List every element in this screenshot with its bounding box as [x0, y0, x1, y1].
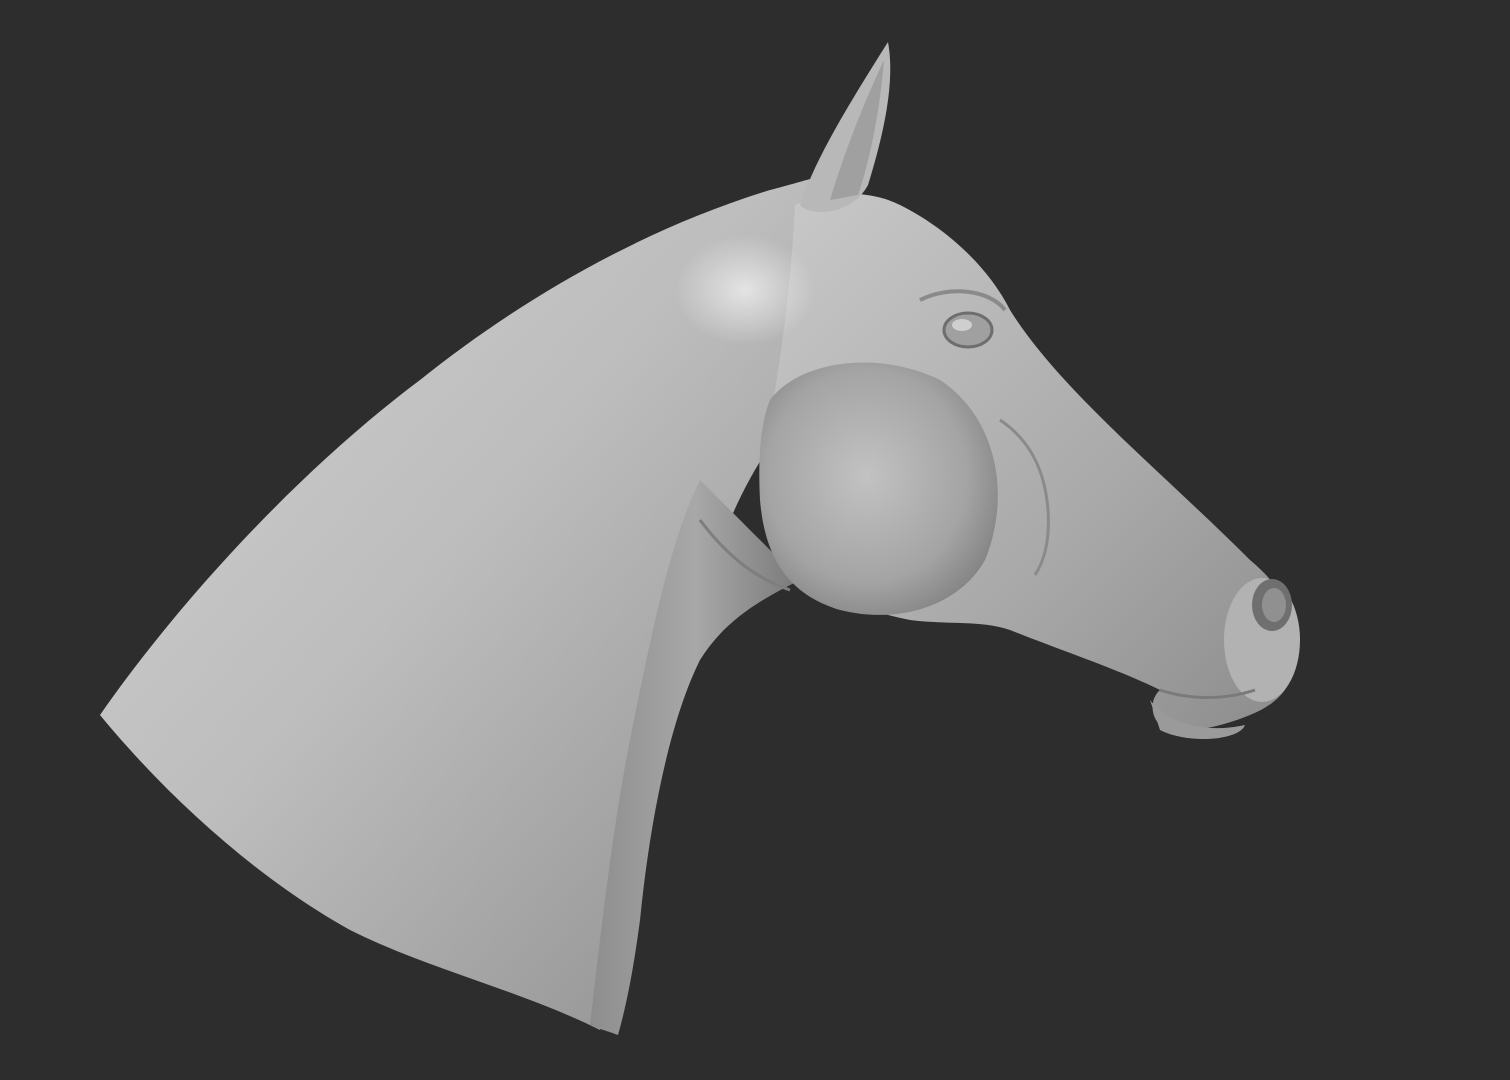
neck-highlight: [675, 235, 815, 345]
cheek-shape: [759, 362, 998, 615]
nostril-inner: [1262, 588, 1286, 622]
eye: [942, 311, 994, 349]
horse-head-sculpt: [100, 42, 1300, 1035]
sculpt-viewport[interactable]: [0, 0, 1510, 1080]
eye-highlight: [952, 319, 972, 331]
